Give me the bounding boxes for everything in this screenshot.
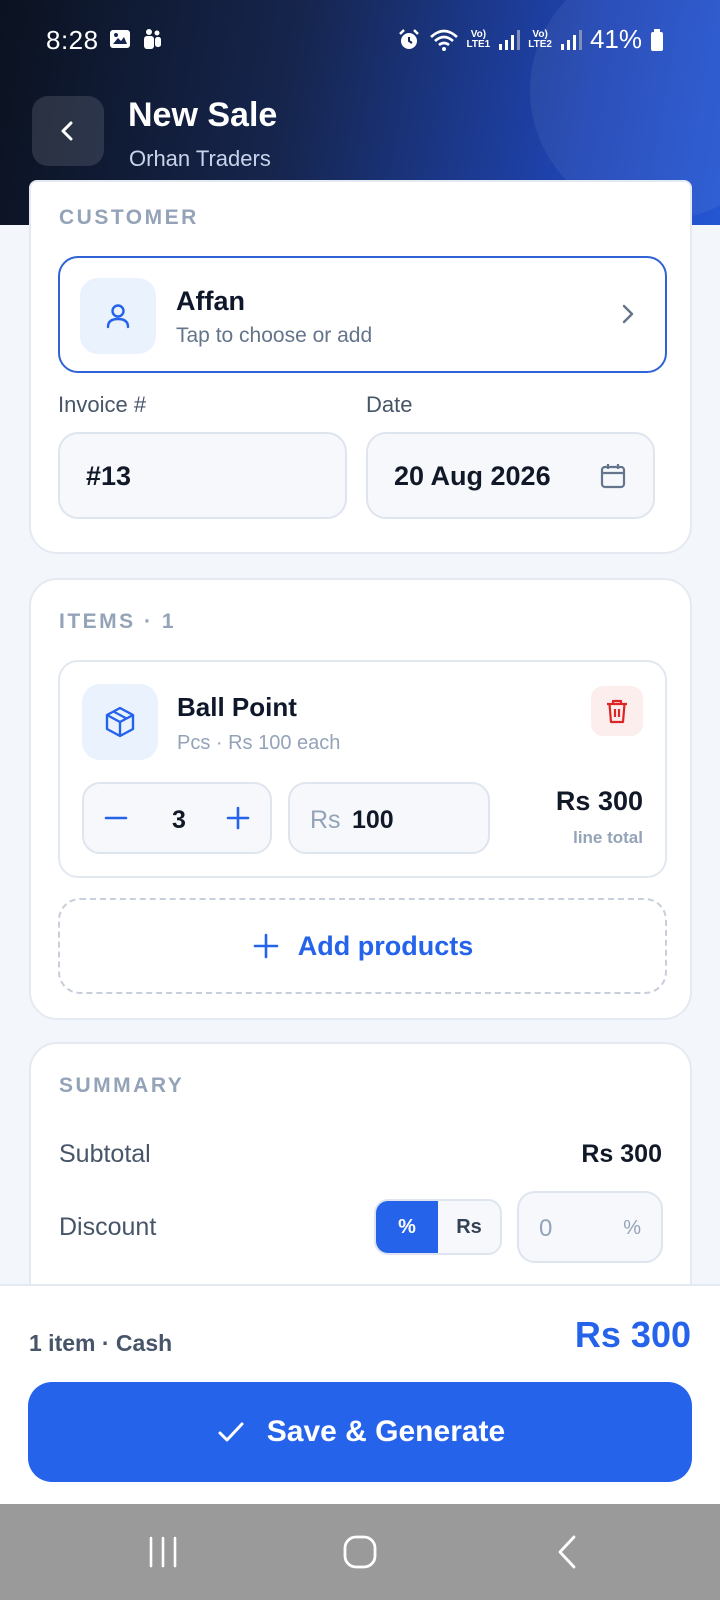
discount-value: 0: [539, 1215, 553, 1242]
subtotal-value: Rs 300: [581, 1140, 662, 1168]
recent-apps-icon[interactable]: [145, 1534, 181, 1570]
save-generate-label: Save & Generate: [266, 1415, 506, 1448]
system-nav-bar: [0, 1504, 720, 1600]
teams-icon: [144, 29, 161, 49]
invoice-number-label: Invoice #: [58, 392, 147, 417]
status-notification-icons: [108, 27, 164, 51]
gallery-icon: [110, 30, 130, 48]
date-value: 20 Aug 2026: [394, 461, 551, 491]
chevron-left-icon: [61, 121, 73, 141]
list-item: Ball Point Pcs · Rs 100 each 3 Rs 100 Rs…: [58, 660, 667, 878]
battery-icon: [651, 28, 663, 51]
delete-item-button[interactable]: [591, 686, 643, 736]
customer-hint: Tap to choose or add: [176, 324, 373, 347]
trash-icon: [607, 699, 627, 724]
alarm-icon: [398, 28, 419, 49]
add-products-label: Add products: [297, 930, 474, 961]
plus-icon: [253, 933, 279, 959]
discount-unit: %: [623, 1217, 641, 1239]
status-time: 8:28: [46, 25, 99, 55]
subtotal-label: Subtotal: [59, 1140, 151, 1168]
customer-card: CUSTOMER Affan Tap to choose or add Invo…: [29, 180, 692, 554]
grand-total: Rs 300: [574, 1314, 691, 1355]
summary-section-label: SUMMARY: [59, 1074, 185, 1097]
back-nav-icon[interactable]: [550, 1534, 586, 1570]
plus-icon[interactable]: [224, 804, 252, 832]
discount-input[interactable]: 0 %: [517, 1191, 663, 1263]
currency-prefix: Rs: [310, 806, 341, 834]
invoice-number-value: #13: [86, 461, 132, 491]
order-info: 1 item · Cash: [29, 1330, 173, 1356]
items-card: ITEMS · 1 Ball Point Pcs · Rs 100 each 3: [29, 578, 692, 1020]
calendar-icon: [600, 464, 626, 489]
user-icon: [106, 304, 130, 329]
line-total-value: Rs 300: [555, 786, 643, 816]
items-section-label: ITEMS · 1: [59, 610, 177, 633]
customer-section-label: CUSTOMER: [59, 206, 199, 229]
status-system-icons: Vo) LTE1 Vo) LTE2 41%: [397, 24, 664, 55]
unit-price-input[interactable]: Rs 100: [288, 782, 490, 854]
home-icon[interactable]: [342, 1534, 378, 1570]
discount-mode-percent[interactable]: %: [376, 1201, 438, 1253]
battery-percent: 41%: [589, 24, 642, 54]
back-button[interactable]: [32, 96, 104, 166]
status-bar: 8:28 Vo) LTE1 Vo) LTE2 41%: [0, 0, 720, 80]
wifi-icon: [429, 29, 458, 51]
sim2-indicator: Vo) LTE2: [528, 28, 552, 50]
page-subtitle: Orhan Traders: [129, 146, 271, 171]
item-name: Ball Point: [177, 692, 297, 722]
sim1-indicator: Vo) LTE1: [466, 28, 491, 50]
signal-icon: [499, 29, 521, 50]
chevron-right-icon: [622, 304, 634, 324]
line-total-label: line total: [573, 828, 643, 847]
discount-mode-rupees[interactable]: Rs: [438, 1201, 500, 1253]
date-field[interactable]: 20 Aug 2026: [366, 432, 655, 519]
checkout-bar: 1 item · Cash Rs 300 Save & Generate: [0, 1284, 720, 1504]
date-label: Date: [366, 392, 413, 417]
save-generate-button[interactable]: Save & Generate: [28, 1382, 692, 1482]
page-title: New Sale: [128, 96, 278, 134]
check-icon: [218, 1422, 244, 1442]
customer-selector[interactable]: Affan Tap to choose or add: [58, 256, 667, 373]
package-icon: [105, 706, 135, 738]
unit-price-value: 100: [352, 806, 394, 834]
discount-label: Discount: [59, 1213, 157, 1241]
discount-mode-toggle: % Rs: [374, 1199, 502, 1255]
avatar: [80, 278, 156, 354]
product-thumbnail: [82, 684, 158, 760]
invoice-number-field[interactable]: #13: [58, 432, 347, 519]
item-meta: Pcs · Rs 100 each: [177, 732, 341, 754]
add-products-button[interactable]: Add products: [58, 898, 667, 994]
signal-icon: [560, 29, 582, 50]
quantity-stepper: 3: [82, 782, 272, 854]
customer-name: Affan: [176, 286, 245, 316]
